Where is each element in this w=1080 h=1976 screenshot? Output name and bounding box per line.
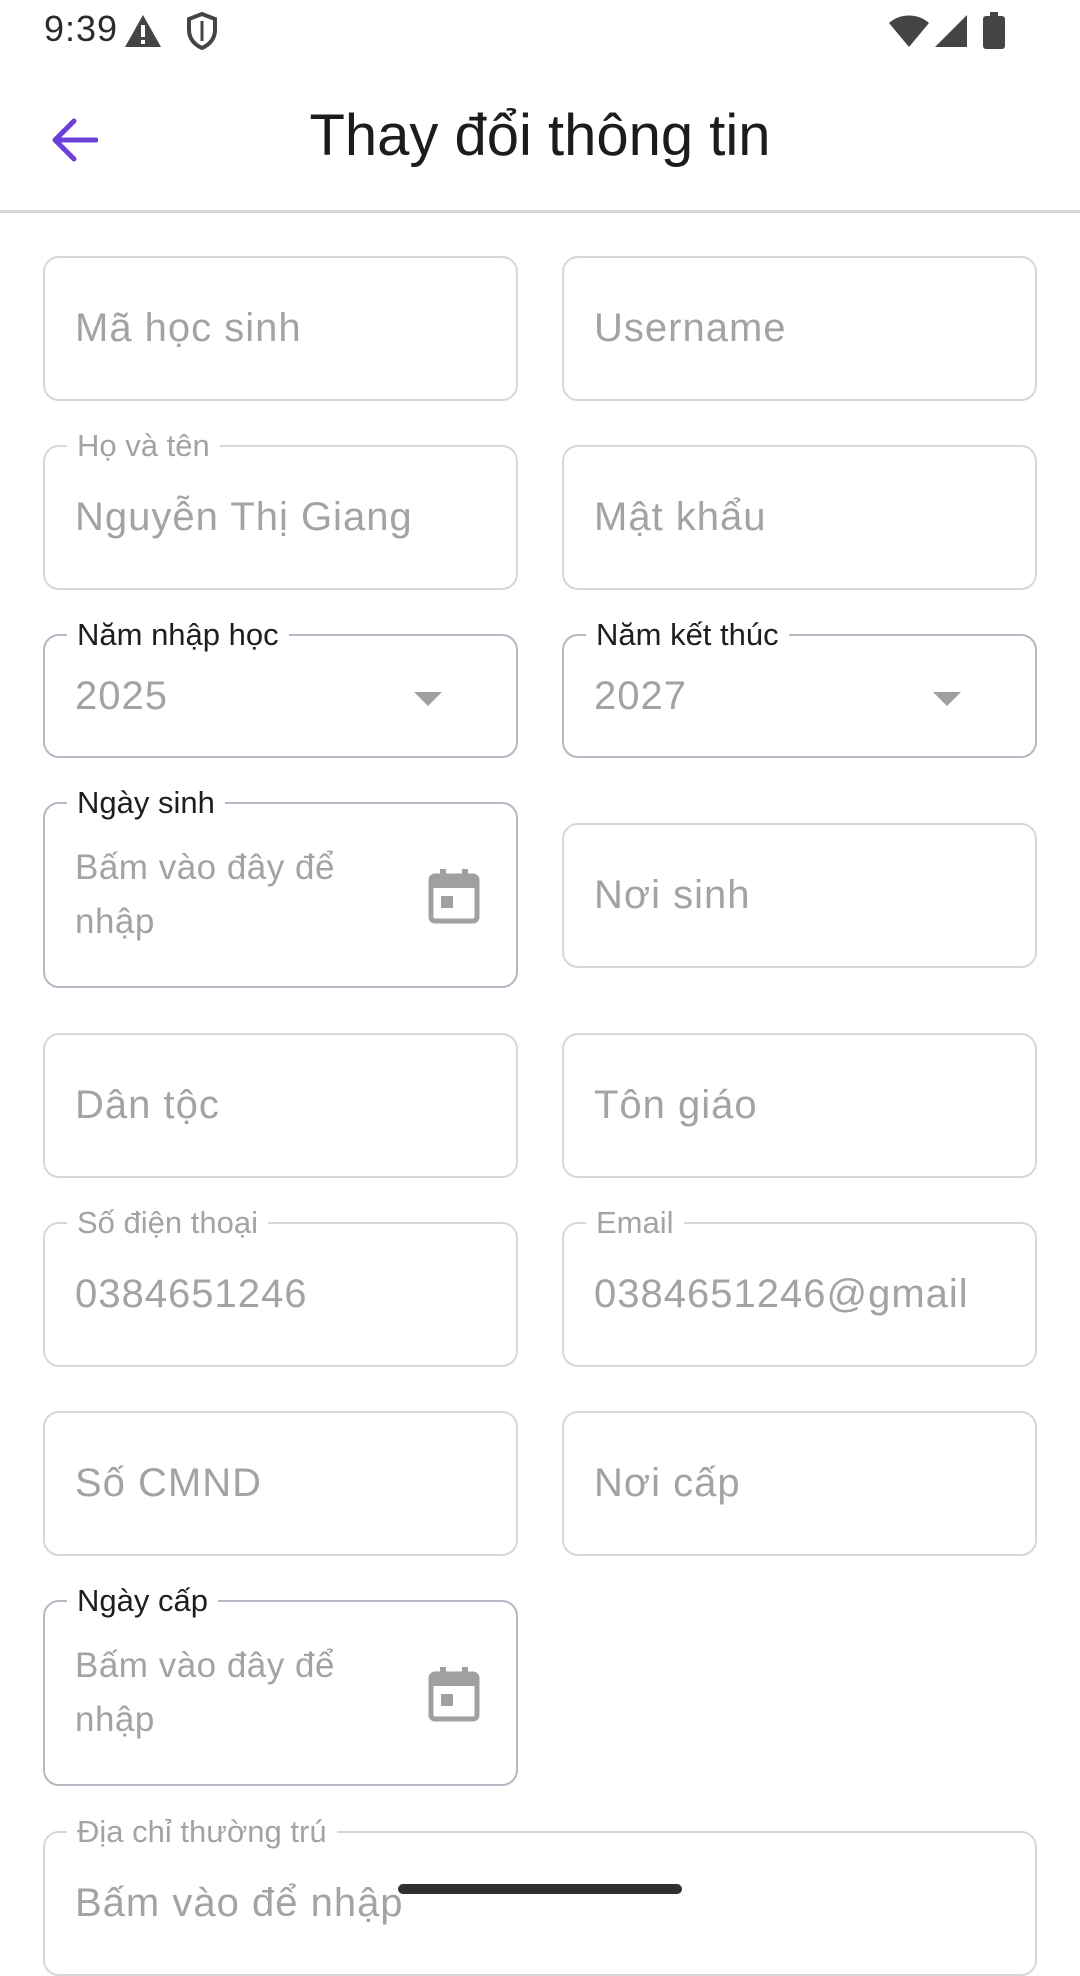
birth-date-value: Bấm vào đây để nhập (75, 848, 335, 941)
issue-date-value: Bấm vào đây để nhập (75, 1646, 335, 1739)
birth-place-field[interactable]: Nơi sinh (562, 823, 1037, 968)
page-title: Thay đổi thông tin (309, 103, 771, 168)
religion-field[interactable]: Tôn giáo (562, 1033, 1037, 1178)
id-card-placeholder: Số CMND (75, 1461, 263, 1505)
chevron-down-icon (933, 692, 961, 706)
phone-value: 0384651246 (75, 1272, 308, 1316)
permanent-address-field[interactable]: Địa chỉ thường trú Bấm vào để nhập (43, 1814, 1037, 1976)
app-bar: Thay đổi thông tin (0, 62, 1080, 213)
ethnicity-field[interactable]: Dân tộc (43, 1033, 518, 1178)
birth-place-placeholder: Nơi sinh (594, 873, 751, 917)
birth-date-field[interactable]: Ngày sinh Bấm vào đây để nhập (43, 785, 518, 988)
cell-signal-icon (935, 15, 967, 47)
username-placeholder: Username (594, 306, 787, 350)
permanent-address-value: Bấm vào để nhập (75, 1881, 404, 1925)
password-placeholder: Mật khẩu (594, 495, 767, 539)
email-field[interactable]: Email 0384651246@gmail (562, 1205, 1037, 1367)
calendar-icon[interactable] (428, 1666, 480, 1722)
status-bar: 9:39 (0, 0, 1080, 62)
graduation-year-dropdown[interactable]: Năm kết thúc 2027 (562, 617, 1037, 758)
full-name-value: Nguyễn Thị Giang (75, 495, 413, 539)
warning-icon (125, 15, 161, 47)
chevron-down-icon (414, 692, 442, 706)
id-card-field[interactable]: Số CMND (43, 1411, 518, 1556)
full-name-field[interactable]: Họ và tên Nguyễn Thị Giang (43, 428, 518, 590)
status-time: 9:39 (44, 8, 119, 49)
student-id-field[interactable]: Mã học sinh (43, 256, 518, 401)
student-id-placeholder: Mã học sinh (75, 306, 302, 350)
shield-icon (187, 12, 217, 50)
password-field[interactable]: Mật khẩu (562, 445, 1037, 590)
issue-place-field[interactable]: Nơi cấp (562, 1411, 1037, 1556)
enrollment-year-dropdown[interactable]: Năm nhập học 2025 (43, 617, 518, 758)
battery-icon (983, 12, 1005, 49)
issue-place-placeholder: Nơi cấp (594, 1461, 741, 1505)
home-indicator[interactable] (398, 1884, 682, 1894)
wifi-icon (889, 15, 929, 47)
phone-field[interactable]: Số điện thoại 0384651246 (43, 1205, 518, 1367)
email-value: 0384651246@gmail (594, 1272, 969, 1316)
issue-date-field[interactable]: Ngày cấp Bấm vào đây để nhập (43, 1583, 518, 1786)
username-field[interactable]: Username (562, 256, 1037, 401)
religion-placeholder: Tôn giáo (594, 1083, 758, 1127)
ethnicity-placeholder: Dân tộc (75, 1083, 220, 1127)
calendar-icon[interactable] (428, 868, 480, 924)
